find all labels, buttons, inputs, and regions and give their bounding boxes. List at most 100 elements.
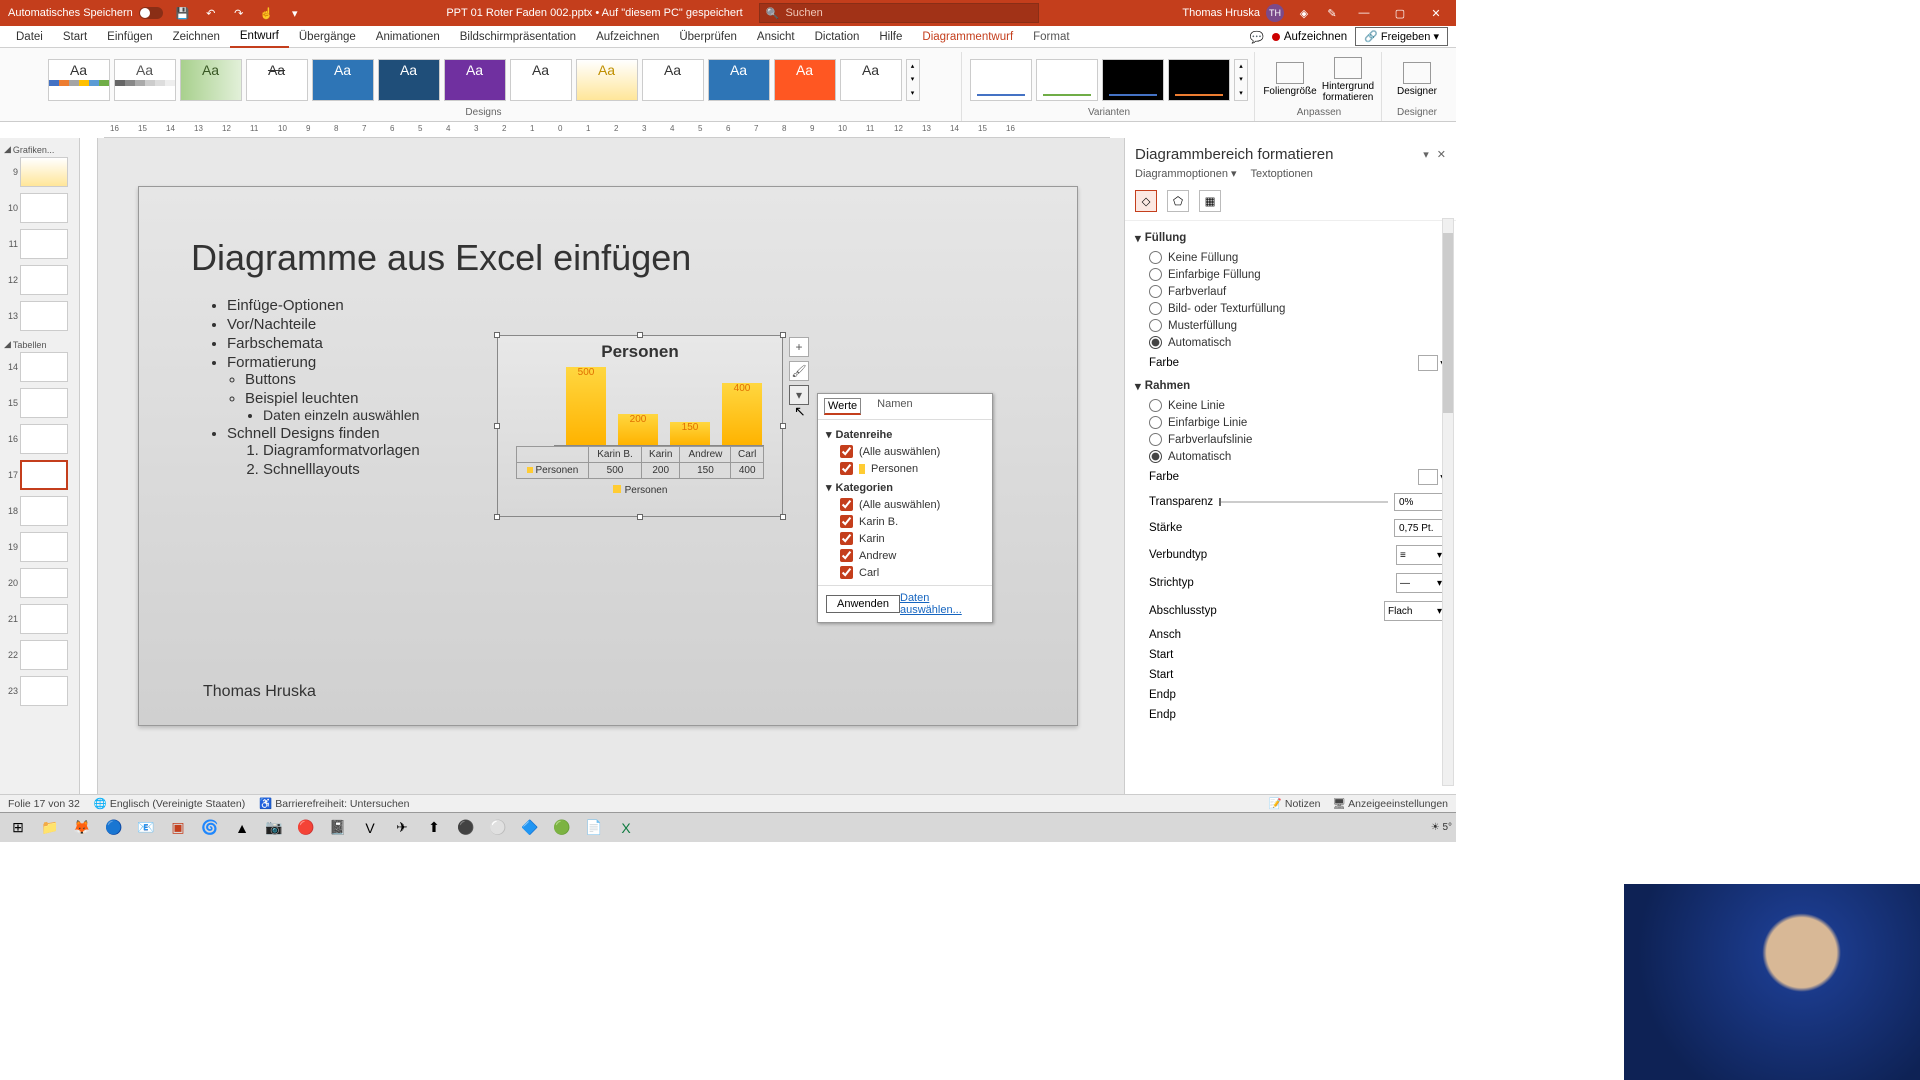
effects-icon[interactable]: ⬠ (1167, 190, 1189, 212)
filter-item[interactable]: Karin B. (826, 513, 984, 530)
app-icon[interactable]: 📷 (260, 816, 288, 840)
variant-thumbnail[interactable] (1036, 59, 1098, 101)
search-input[interactable]: 🔍 Suchen (759, 3, 1039, 23)
touch-mode-icon[interactable]: ☝ (259, 5, 275, 21)
fill-option[interactable]: Keine Füllung (1135, 249, 1446, 266)
slide-thumb[interactable] (20, 229, 68, 259)
pane-close-icon[interactable]: ✕ (1437, 148, 1446, 161)
transparency-slider[interactable] (1219, 501, 1388, 503)
compound-type-select[interactable]: ≡▾ (1396, 545, 1446, 565)
autosave-toggle[interactable]: Automatisches Speichern (8, 7, 163, 19)
notes-button[interactable]: 📝 Notizen (1269, 797, 1321, 810)
variant-thumbnail[interactable] (1168, 59, 1230, 101)
select-data-link[interactable]: Daten auswählen... (900, 592, 984, 616)
slide-thumb[interactable] (20, 568, 68, 598)
app-icon[interactable]: 🔴 (292, 816, 320, 840)
fill-option[interactable]: Bild- oder Texturfüllung (1135, 300, 1446, 317)
slide-thumb[interactable] (20, 193, 68, 223)
filter-item[interactable]: (Alle auswählen) (826, 443, 984, 460)
theme-thumbnail[interactable]: Aa (444, 59, 506, 101)
app-icon[interactable]: ⬆ (420, 816, 448, 840)
tab-diagrammentwurf[interactable]: Diagrammentwurf (912, 26, 1023, 48)
chart-filters-button[interactable]: ▾ (789, 385, 809, 405)
format-background-button[interactable]: Hintergrund formatieren (1321, 57, 1375, 103)
start-button[interactable]: ⊞ (4, 816, 32, 840)
border-color-picker[interactable] (1418, 469, 1438, 485)
theme-thumbnail[interactable]: Aa (708, 59, 770, 101)
theme-thumbnail[interactable]: Aa (774, 59, 836, 101)
border-section-header[interactable]: ▾ Rahmen (1135, 375, 1446, 397)
text-options-tab[interactable]: Textoptionen (1250, 167, 1312, 180)
section-header[interactable]: ◢ Tabellen (4, 337, 75, 352)
tab-datei[interactable]: Datei (6, 26, 53, 48)
vlc-icon[interactable]: ▲ (228, 816, 256, 840)
chart-plot-area[interactable]: 500 200 150 400 (554, 368, 764, 446)
tab-format[interactable]: Format (1023, 26, 1079, 48)
filter-item[interactable]: Personen (826, 460, 984, 477)
theme-thumbnail[interactable]: Aa (576, 59, 638, 101)
tab-dictation[interactable]: Dictation (805, 26, 870, 48)
slide-thumb[interactable] (20, 676, 68, 706)
theme-thumbnail[interactable]: Aa (642, 59, 704, 101)
theme-thumbnail[interactable]: Aa (246, 59, 308, 101)
transparency-input[interactable] (1394, 493, 1446, 511)
filter-item[interactable]: (Alle auswählen) (826, 496, 984, 513)
slide-body[interactable]: Einfüge-Optionen Vor/Nachteile Farbschem… (209, 297, 420, 480)
slide-counter[interactable]: Folie 17 von 32 (8, 798, 80, 810)
designer-button[interactable]: Designer (1390, 62, 1444, 97)
accessibility-status[interactable]: ♿ Barrierefreiheit: Untersuchen (259, 797, 409, 810)
app-icon[interactable]: 🟢 (548, 816, 576, 840)
language-status[interactable]: 🌐 Englisch (Vereinigte Staaten) (94, 797, 245, 810)
slide-thumb[interactable] (20, 424, 68, 454)
theme-thumbnail[interactable]: Aa (840, 59, 902, 101)
weather-widget[interactable]: ☀ 5° (1431, 822, 1452, 833)
collapse-ribbon-icon[interactable]: 💬 (1249, 30, 1263, 44)
share-button[interactable]: 🔗 Freigeben ▾ (1355, 27, 1448, 46)
app-icon[interactable]: 📄 (580, 816, 608, 840)
redo-icon[interactable]: ↷ (231, 5, 247, 21)
border-option[interactable]: Automatisch (1135, 448, 1446, 465)
tab-uebergaenge[interactable]: Übergänge (289, 26, 366, 48)
telegram-icon[interactable]: ✈ (388, 816, 416, 840)
tab-ueberpruefen[interactable]: Überprüfen (669, 26, 747, 48)
pane-options-icon[interactable]: ▾ (1423, 148, 1429, 161)
filter-item[interactable]: Karin (826, 530, 984, 547)
theme-thumbnail[interactable]: Aa (510, 59, 572, 101)
dash-type-select[interactable]: —▾ (1396, 573, 1446, 593)
minimize-button[interactable]: — (1352, 7, 1376, 19)
tab-hilfe[interactable]: Hilfe (869, 26, 912, 48)
tab-animationen[interactable]: Animationen (366, 26, 450, 48)
slide-thumb[interactable] (20, 640, 68, 670)
cap-type-select[interactable]: Flach▾ (1384, 601, 1446, 621)
slide-thumb[interactable] (20, 265, 68, 295)
tab-zeichnen[interactable]: Zeichnen (163, 26, 230, 48)
powerpoint-icon[interactable]: ▣ (164, 816, 192, 840)
user-account[interactable]: Thomas Hruska TH (1182, 4, 1284, 22)
close-button[interactable]: ✕ (1424, 7, 1448, 20)
slide-thumb[interactable] (20, 301, 68, 331)
record-button[interactable]: Aufzeichnen (1272, 31, 1347, 43)
outlook-icon[interactable]: 📧 (132, 816, 160, 840)
chart-styles-button[interactable]: 🖌 (789, 361, 809, 381)
variant-thumbnail[interactable] (1102, 59, 1164, 101)
document-title[interactable]: PPT 01 Roter Faden 002.pptx • Auf "diese… (446, 7, 742, 19)
fill-line-icon[interactable]: ◇ (1135, 190, 1157, 212)
tab-entwurf[interactable]: Entwurf (230, 26, 289, 48)
ink-icon[interactable]: ✎ (1324, 5, 1340, 21)
fill-section-header[interactable]: ▾ Füllung (1135, 227, 1446, 249)
fill-option[interactable]: Einfarbige Füllung (1135, 266, 1446, 283)
slide-thumb[interactable] (20, 532, 68, 562)
undo-icon[interactable]: ↶ (203, 5, 219, 21)
slide-canvas[interactable]: Diagramme aus Excel einfügen Einfüge-Opt… (98, 138, 1124, 794)
filter-series-header[interactable]: ▾ Datenreihe (826, 424, 984, 443)
chrome-icon[interactable]: 🔵 (100, 816, 128, 840)
fill-option[interactable]: Farbverlauf (1135, 283, 1446, 300)
theme-thumbnail[interactable]: Aa (180, 59, 242, 101)
filter-item[interactable]: Andrew (826, 547, 984, 564)
app-icon[interactable]: 🔷 (516, 816, 544, 840)
slide-thumb[interactable] (20, 352, 68, 382)
slide-size-button[interactable]: Foliengröße (1263, 62, 1317, 97)
filter-tab-names[interactable]: Namen (877, 398, 912, 415)
tab-bildschirmpraesentation[interactable]: Bildschirmpräsentation (450, 26, 586, 48)
format-pane-scrollbar[interactable] (1442, 218, 1454, 786)
